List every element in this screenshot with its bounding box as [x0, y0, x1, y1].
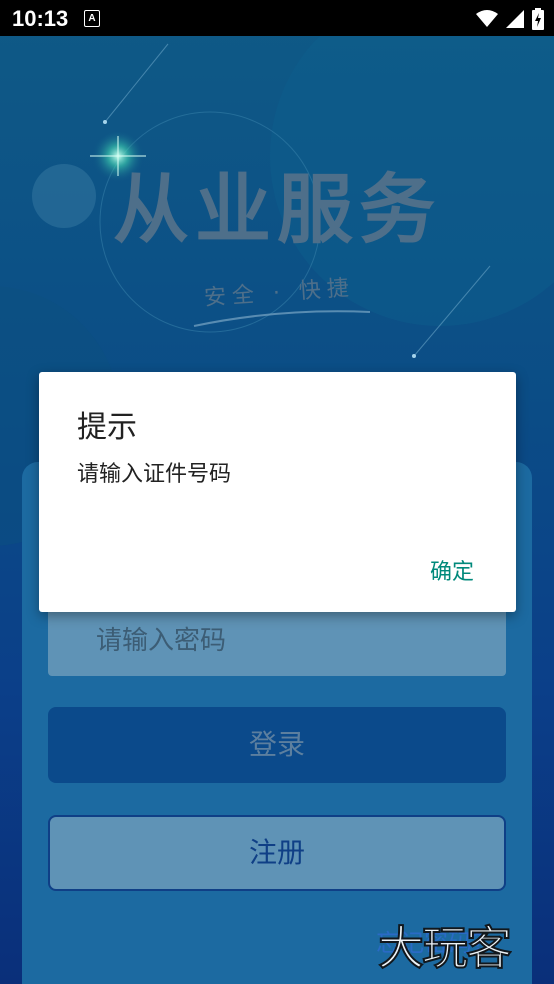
- app-screen: 10:13 A 从业服务 安全 · 快捷 请输入密码 登录 注册 忘记密码? 提…: [0, 0, 554, 984]
- dialog-message: 请输入证件号码: [77, 462, 232, 487]
- status-time: 10:13: [12, 6, 69, 31]
- signal-icon: [506, 10, 524, 28]
- dialog-title: 提示: [77, 410, 137, 445]
- status-bar: 10:13 A: [0, 0, 554, 36]
- battery-charging-icon: [532, 8, 544, 30]
- dialog-ok-button[interactable]: 确定: [430, 554, 474, 586]
- watermark: 大玩客: [377, 920, 513, 976]
- a-icon: A: [84, 10, 100, 27]
- alert-dialog: 提示 请输入证件号码 确定: [39, 372, 516, 612]
- wifi-icon: [476, 10, 498, 27]
- status-icons: [476, 8, 544, 30]
